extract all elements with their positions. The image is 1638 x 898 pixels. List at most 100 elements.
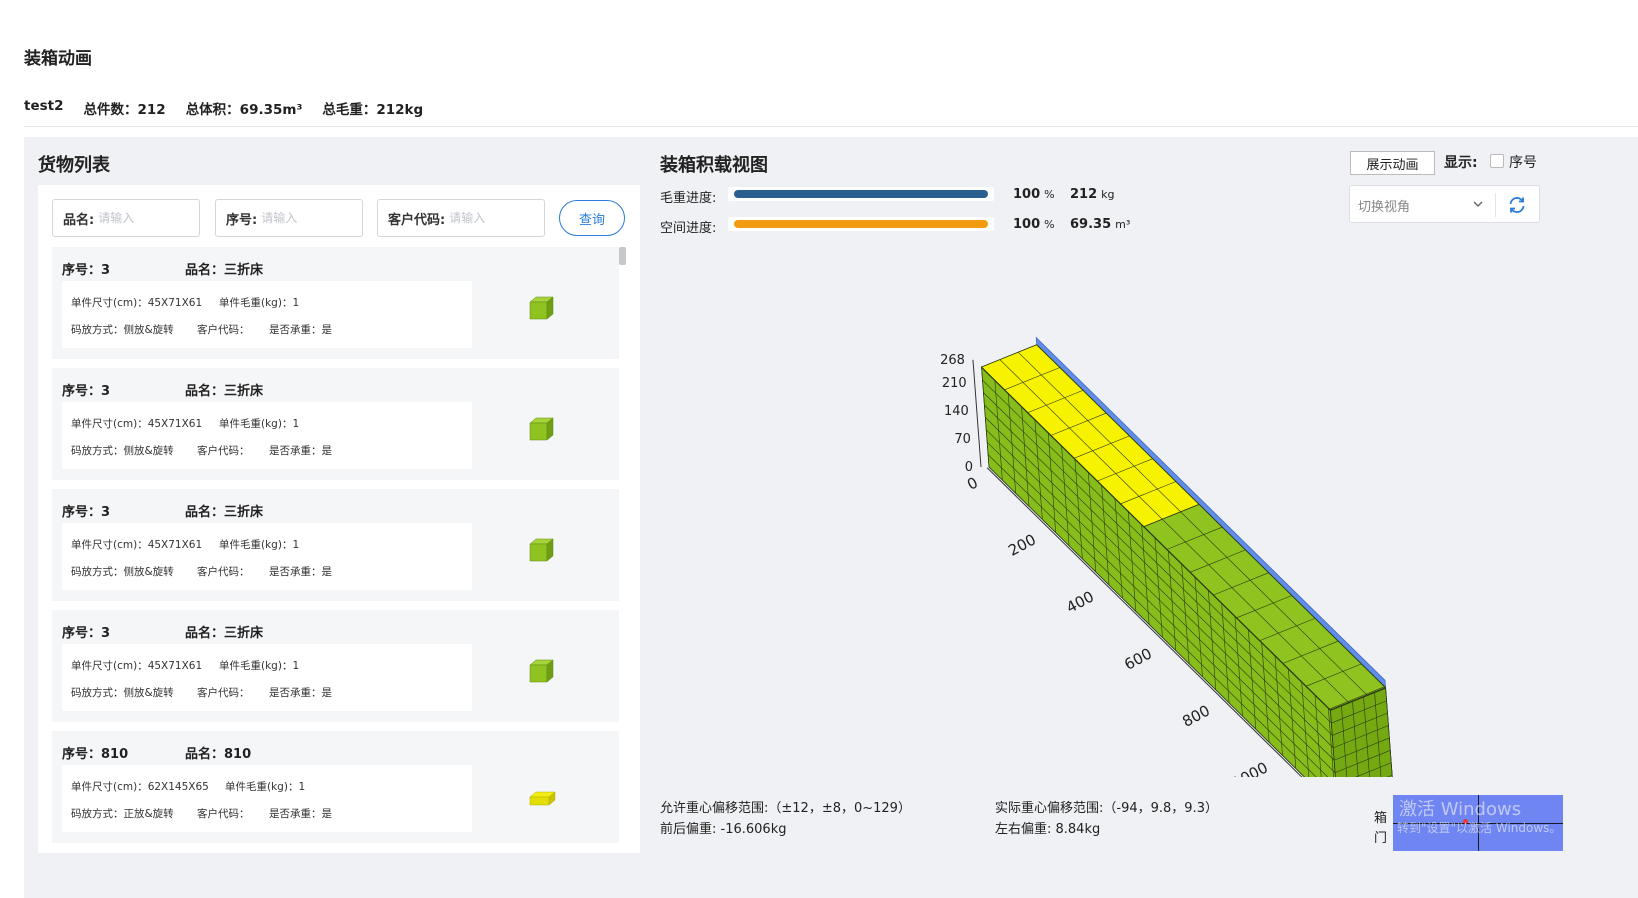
goods-seq: 序号：3 <box>62 263 111 278</box>
goods-size: 单件尺寸(cm)：45X71X61 <box>71 418 203 430</box>
space-progress-fill <box>734 220 988 228</box>
goods-list[interactable]: 序号：3 品名：三折床 单件尺寸(cm)：45X71X61 单件毛重(kg)：1 码放方… <box>52 247 619 847</box>
goods-seq: 序号：810 <box>62 747 129 762</box>
view-angle-select[interactable]: 切换视角 <box>1349 185 1540 223</box>
goods-stack-mode: 码放方式：正放&旋转 <box>71 808 174 820</box>
goods-card[interactable]: 序号：3 品名：三折床单件尺寸(cm)：45X71X61 单件毛重(kg)：1 码放方… <box>52 610 619 722</box>
goods-seq: 序号：3 <box>62 505 111 520</box>
page-title: 装箱动画 <box>24 49 92 69</box>
goods-name: 品名：三折床 <box>185 505 264 520</box>
show-animation-button[interactable]: 展示动画 <box>1350 151 1435 175</box>
space-progress-value: 69.35 m³ <box>1070 217 1131 232</box>
container-3d-view[interactable]: 2682101407000200400600800100012002351801… <box>644 257 1404 777</box>
goods-weight: 单件毛重(kg)：1 <box>225 781 306 793</box>
goods-customer-code: 客户代码： <box>197 808 250 820</box>
weight-progress-percent: 100% <box>1013 187 1055 202</box>
goods-detail: 单件尺寸(cm)：45X71X61 单件毛重(kg)：1 码放方式：侧放&旋转 客户代… <box>62 281 472 348</box>
goods-list-scrollbar[interactable] <box>619 247 626 847</box>
goods-stack-mode: 码放方式：侧放&旋转 <box>71 445 174 457</box>
goods-name: 品名：810 <box>185 747 252 762</box>
customer-filter-label: 客户代码: <box>388 212 446 228</box>
seq-checkbox[interactable] <box>1490 154 1504 168</box>
length-tick-label: 400 <box>1063 587 1097 616</box>
summary-bar: test2 总件数：212 总体积：69.35m³ 总毛重：212kg <box>24 98 423 118</box>
name-filter-input[interactable] <box>98 211 179 225</box>
goods-weight: 单件毛重(kg)：1 <box>219 418 300 430</box>
seq-filter-input[interactable] <box>261 211 342 225</box>
goods-weight: 单件毛重(kg)：1 <box>219 297 300 309</box>
height-axis <box>972 359 982 468</box>
activation-watermark-subtitle: 转到"设置"以激活 Windows。 <box>1397 821 1562 835</box>
goods-card[interactable]: 序号：3 品名：三折床 单件尺寸(cm)：45X71X61 单件毛重(kg)：1 码放方… <box>52 368 619 480</box>
scrollbar-thumb[interactable] <box>619 247 626 265</box>
length-tick-label: 600 <box>1121 644 1155 673</box>
goods-detail: 单件尺寸(cm)：45X71X61 单件毛重(kg)：1 码放方式：侧放&旋转 客户代… <box>62 644 472 711</box>
load-view-title: 装箱积载视图 <box>660 155 768 176</box>
goods-weight: 单件毛重(kg)：1 <box>219 660 300 672</box>
total-weight: 总毛重：212kg <box>322 102 424 118</box>
cog-actual-range: 实际重心偏移范围:（-94，9.8，9.3） <box>995 801 1218 816</box>
goods-list-title: 货物列表 <box>38 155 110 176</box>
seq-checkbox-label[interactable]: 序号 <box>1509 152 1537 172</box>
goods-grid-line <box>982 379 1332 724</box>
space-progress-label: 空间进度: <box>660 221 717 236</box>
activation-watermark-title: 激活 Windows <box>1399 799 1522 820</box>
goods-size: 单件尺寸(cm)：45X71X61 <box>71 539 203 551</box>
height-tick-label: 140 <box>944 404 969 419</box>
total-count: 总件数：212 <box>83 102 166 118</box>
goods-bearing: 是否承重：是 <box>269 324 332 336</box>
container-door-label: 箱门 <box>1374 811 1388 846</box>
goods-bearing: 是否承重：是 <box>269 566 332 578</box>
goods-card[interactable]: 序号：810 品名：810 单件尺寸(cm)：62X145X65 单件毛重(kg)：1… <box>52 731 619 843</box>
door-view-minimap: 激活 Windows 转到"设置"以激活 Windows。 <box>1393 795 1563 851</box>
goods-bearing: 是否承重：是 <box>269 445 332 457</box>
goods-stack-mode: 码放方式：侧放&旋转 <box>71 687 174 699</box>
view-angle-placeholder: 切换视角 <box>1358 200 1411 215</box>
left-right-offset: 左右偏重: 8.84kg <box>995 822 1101 837</box>
name-filter-label: 品名: <box>63 212 95 228</box>
goods-size: 单件尺寸(cm)：45X71X61 <box>71 660 203 672</box>
chevron-down-icon <box>1473 201 1483 207</box>
goods-cube-icon <box>529 296 554 320</box>
goods-cube-icon <box>529 417 554 441</box>
goods-cube-icon <box>529 791 556 806</box>
weight-progress-label: 毛重进度: <box>660 191 717 206</box>
goods-customer-code: 客户代码： <box>197 566 250 578</box>
goods-cube-icon <box>529 659 554 683</box>
refresh-icon[interactable] <box>1506 194 1528 216</box>
goods-customer-code: 客户代码： <box>197 445 250 457</box>
goods-name: 品名：三折床 <box>185 626 264 641</box>
goods-name: 品名：三折床 <box>185 263 264 278</box>
goods-size: 单件尺寸(cm)：45X71X61 <box>71 297 203 309</box>
goods-customer-code: 客户代码： <box>197 324 250 336</box>
goods-list-box: 品名: 序号: 客户代码: 查询 序号：3品名：三折床单件尺寸(cm)：45X7… <box>38 185 640 853</box>
length-tick-label: 800 <box>1179 701 1213 730</box>
content-panel: 货物列表 品名: 序号: 客户代码: 查询 序号：3品名：三折床单件尺寸(cm)… <box>24 137 1638 898</box>
length-tick-label: 200 <box>1005 530 1039 559</box>
query-button[interactable]: 查询 <box>559 200 625 236</box>
weight-progress-fill <box>734 190 988 198</box>
goods-grid-line <box>984 404 1334 749</box>
plan-name: test2 <box>24 98 64 114</box>
goods-weight: 单件毛重(kg)：1 <box>219 539 300 551</box>
goods-detail: 单件尺寸(cm)：45X71X61 单件毛重(kg)：1 码放方式：侧放&旋转 客户代… <box>62 523 472 590</box>
total-volume: 总体积：69.35m³ <box>185 102 303 118</box>
goods-card[interactable]: 序号：3 品名：三折床单件尺寸(cm)：45X71X61 单件毛重(kg)：1 码放方… <box>52 489 619 601</box>
cog-allowed-range: 允许重心偏移范围:（±12，±8，0~129） <box>660 801 911 816</box>
front-back-offset: 前后偏重: -16.606kg <box>660 822 787 837</box>
goods-stack-mode: 码放方式：侧放&旋转 <box>71 324 174 336</box>
height-tick-label: 210 <box>942 376 967 391</box>
customer-filter-input[interactable] <box>449 211 530 225</box>
goods-bearing: 是否承重：是 <box>269 687 332 699</box>
goods-card[interactable]: 序号：3 品名：三折床单件尺寸(cm)：45X71X61 单件毛重(kg)：1 码放方… <box>52 247 619 359</box>
goods-detail: 单件尺寸(cm)：45X71X61 单件毛重(kg)：1 码放方式：侧放&旋转 客户代… <box>62 402 472 469</box>
goods-bearing: 是否承重：是 <box>269 808 332 820</box>
length-tick-label: 0 <box>964 473 981 493</box>
space-progress-track <box>728 217 994 231</box>
space-progress-percent: 100% <box>1013 217 1055 232</box>
goods-cube-icon <box>529 538 554 562</box>
height-tick-label: 268 <box>940 353 965 368</box>
goods-stack-mode: 码放方式：侧放&旋转 <box>71 566 174 578</box>
goods-seq: 序号：3 <box>62 626 111 641</box>
height-tick-label: 70 <box>954 432 971 447</box>
